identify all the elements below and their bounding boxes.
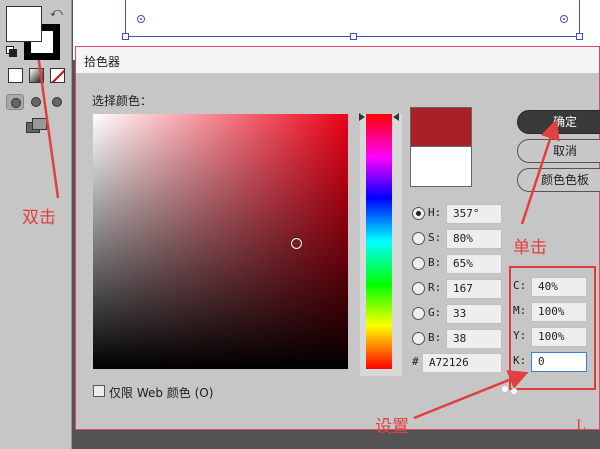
new-color-preview — [410, 107, 472, 147]
color-swatches-button[interactable]: 颜色色板 — [517, 168, 600, 192]
hsb-s-input[interactable]: 80% — [446, 229, 502, 249]
cmyk-k-row: K: 0 — [512, 352, 596, 372]
hue-slider[interactable] — [366, 114, 392, 369]
hsb-s-label: S: — [428, 231, 442, 244]
hsb-h-label: H: — [428, 206, 442, 219]
web-colors-only-checkbox[interactable] — [93, 385, 105, 397]
dialog-titlebar[interactable]: 拾色器 — [76, 47, 599, 73]
cancel-button[interactable]: 取消 — [517, 139, 600, 163]
selection-handle[interactable] — [350, 33, 357, 40]
hsb-s-radio[interactable] — [412, 232, 425, 245]
selection-handle[interactable] — [576, 33, 583, 40]
center-anchor-point[interactable] — [560, 15, 568, 23]
hue-slider-arrow-left-icon[interactable] — [359, 113, 365, 121]
hsb-b-label: B: — [428, 256, 442, 269]
rgb-b-input[interactable]: 38 — [446, 329, 502, 349]
cmyk-y-row: Y: 100% — [512, 327, 596, 347]
swap-fill-stroke-icon[interactable]: ⤺ — [50, 5, 63, 20]
draw-normal-icon — [11, 98, 21, 108]
screen-mode-icon[interactable] — [26, 118, 47, 133]
dialog-title: 拾色器 — [84, 55, 121, 69]
hsb-h-row: H: 357° — [412, 204, 512, 224]
rgb-g-label: G: — [428, 306, 442, 319]
selection-bounding-box[interactable] — [122, 0, 583, 40]
hsb-b-row: B: 65% — [412, 254, 512, 274]
gradient-mode-button[interactable] — [29, 68, 44, 83]
rgb-r-input[interactable]: 167 — [446, 279, 502, 299]
color-field[interactable] — [93, 114, 348, 369]
draw-behind-button[interactable] — [27, 94, 45, 110]
cmyk-y-input[interactable]: 100% — [531, 327, 587, 347]
rgb-r-label: R: — [428, 281, 442, 294]
color-mode-button[interactable] — [8, 68, 23, 83]
cmyk-c-label: C: — [513, 279, 527, 292]
draw-inside-button[interactable] — [48, 94, 66, 110]
color-field-cursor[interactable] — [291, 238, 302, 249]
rgb-g-radio[interactable] — [412, 307, 425, 320]
hex-input[interactable]: A72126 — [422, 353, 502, 373]
hsb-h-input[interactable]: 357° — [446, 204, 502, 224]
cmyk-k-label: K: — [513, 354, 527, 367]
rgb-b-label: B: — [428, 331, 442, 344]
fill-color-swatch[interactable] — [6, 6, 42, 42]
rgb-b-row: B: 38 — [412, 329, 512, 349]
cmyk-m-input[interactable]: 100% — [531, 302, 587, 322]
hex-label: # — [412, 355, 419, 368]
rgb-r-row: R: 167 — [412, 279, 512, 299]
hue-slider-arrow-right-icon[interactable] — [393, 113, 399, 121]
cmyk-y-label: Y: — [513, 329, 527, 342]
rgb-b-radio[interactable] — [412, 332, 425, 345]
default-fill-stroke-icon[interactable] — [6, 46, 17, 57]
draw-normal-button[interactable] — [6, 94, 24, 110]
cmyk-m-row: M: 100% — [512, 302, 596, 322]
cmyk-m-label: M: — [513, 304, 527, 317]
ok-button[interactable]: 确定 — [517, 110, 600, 134]
current-color-preview[interactable] — [410, 147, 472, 187]
hsb-b-radio[interactable] — [412, 257, 425, 270]
none-mode-button[interactable] — [50, 68, 65, 83]
rgb-g-row: G: 33 — [412, 304, 512, 324]
center-anchor-point[interactable] — [137, 15, 145, 23]
draw-behind-icon — [31, 97, 41, 107]
web-colors-only-label: 仅限 Web 颜色 (O) — [109, 386, 214, 400]
selection-handle[interactable] — [122, 33, 129, 40]
tools-panel: ⤺ — [0, 0, 72, 449]
rgb-g-input[interactable]: 33 — [446, 304, 502, 324]
hsb-s-row: S: 80% — [412, 229, 512, 249]
hex-row: # A72126 — [412, 353, 512, 373]
select-color-label: 选择颜色： — [92, 94, 153, 108]
cmyk-c-input[interactable]: 40% — [531, 277, 587, 297]
cmyk-c-row: C: 40% — [512, 277, 596, 297]
rgb-r-radio[interactable] — [412, 282, 425, 295]
hsb-b-input[interactable]: 65% — [446, 254, 502, 274]
cmyk-k-input[interactable]: 0 — [531, 352, 587, 372]
draw-inside-icon — [52, 97, 62, 107]
color-picker-dialog: 拾色器 选择颜色： 确定 取消 颜色色板 H: 357° S: 80% B: 6… — [75, 46, 600, 430]
hsb-h-radio[interactable] — [412, 207, 425, 220]
